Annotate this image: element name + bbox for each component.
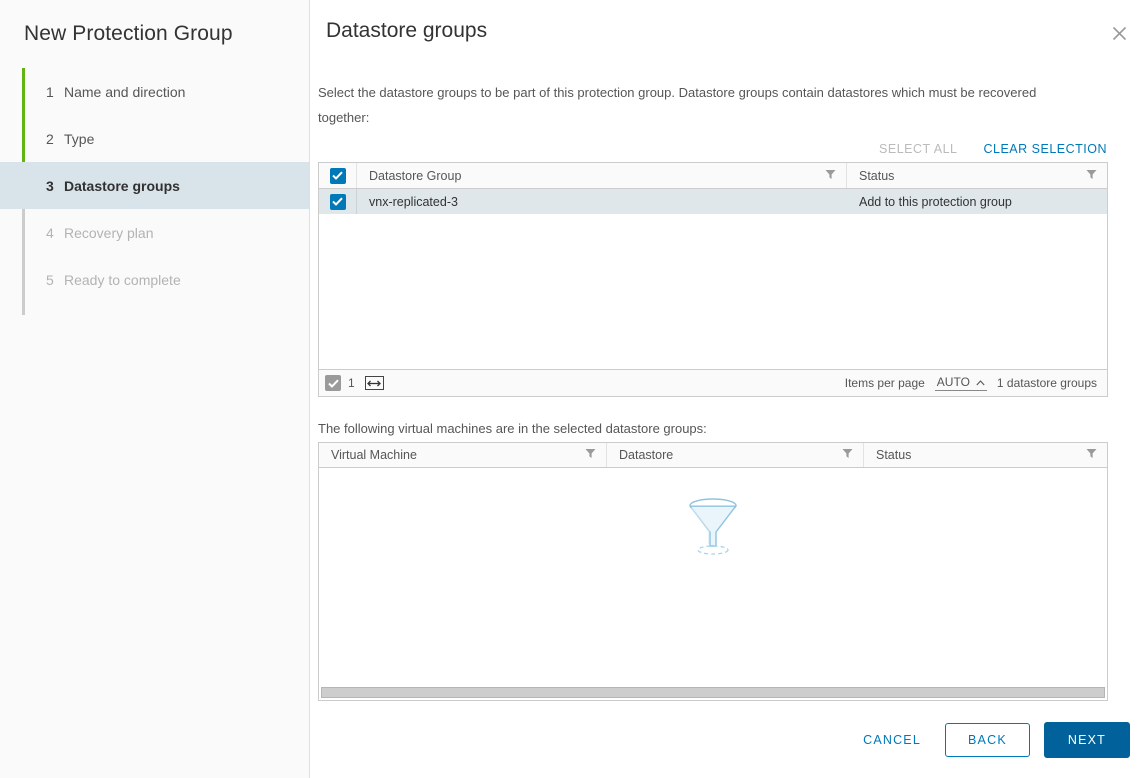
items-per-page-select[interactable]: AUTO xyxy=(934,375,987,391)
step-label: Recovery plan xyxy=(64,224,154,241)
column-label: Status xyxy=(876,448,912,462)
clear-selection-button[interactable]: CLEAR SELECTION xyxy=(983,142,1107,156)
column-header-virtual-machine[interactable]: Virtual Machine xyxy=(319,443,607,467)
footer-total-count: 1 datastore groups xyxy=(996,376,1097,390)
sidebar-step-ready-to-complete: 5 Ready to complete xyxy=(0,256,309,303)
cell-datastore-group-name: vnx-replicated-3 xyxy=(369,194,458,209)
back-button[interactable]: BACK xyxy=(945,723,1030,757)
footer-selected-count: 1 xyxy=(348,376,355,390)
filter-icon[interactable] xyxy=(1086,448,1097,462)
grid-actions: SELECT ALL CLEAR SELECTION xyxy=(318,142,1108,156)
virtual-machines-grid: Virtual Machine Datastore Status xyxy=(318,442,1108,701)
cell-status: Add to this protection group xyxy=(859,194,1012,209)
step-number: 2 xyxy=(46,130,54,147)
scrollbar-thumb[interactable] xyxy=(321,687,1105,698)
page-description: Select the datastore groups to be part o… xyxy=(318,85,1037,125)
step-label: Ready to complete xyxy=(64,271,181,288)
items-per-page-label: Items per page xyxy=(844,376,925,390)
column-header-datastore-group[interactable]: Datastore Group xyxy=(357,163,847,188)
filter-icon[interactable] xyxy=(825,169,836,183)
items-per-page-value: AUTO xyxy=(936,375,970,389)
column-label: Virtual Machine xyxy=(331,448,417,462)
select-all-button[interactable]: SELECT ALL xyxy=(879,142,957,156)
vm-grid-body xyxy=(319,468,1107,684)
page-title: Datastore groups xyxy=(326,19,488,42)
column-header-status[interactable]: Status xyxy=(847,163,1107,188)
datastore-grid-body: vnx-replicated-3 Add to this protection … xyxy=(319,189,1107,369)
new-protection-group-wizard: New Protection Group 1 Name and directio… xyxy=(0,0,1146,778)
datastore-grid-header: Datastore Group Status xyxy=(319,163,1107,189)
close-icon[interactable] xyxy=(1106,20,1132,46)
vm-grid-header: Virtual Machine Datastore Status xyxy=(319,443,1107,468)
step-label: Datastore groups xyxy=(64,177,180,194)
column-header-vm-status[interactable]: Status xyxy=(864,443,1107,467)
column-label: Status xyxy=(859,168,895,183)
footer-pagination: Items per page AUTO 1 datastore groups xyxy=(845,375,1097,391)
datastore-groups-grid: Datastore Group Status vnx-replicated-3 … xyxy=(318,162,1108,397)
cancel-button[interactable]: CANCEL xyxy=(853,725,931,755)
vm-grid-empty-state xyxy=(319,494,1107,561)
vm-grid-horizontal-scrollbar[interactable] xyxy=(319,684,1107,700)
step-label: Name and direction xyxy=(64,83,186,100)
sidebar-step-recovery-plan: 4 Recovery plan xyxy=(0,209,309,256)
sidebar-step-type[interactable]: 2 Type xyxy=(0,115,309,162)
step-number: 1 xyxy=(46,83,54,100)
sidebar-step-datastore-groups[interactable]: 3 Datastore groups xyxy=(0,162,309,209)
table-row[interactable]: vnx-replicated-3 Add to this protection … xyxy=(319,189,1107,214)
datastore-grid-footer: 1 Items per page AUTO 1 datastore groups xyxy=(319,369,1107,396)
column-header-datastore[interactable]: Datastore xyxy=(607,443,864,467)
select-all-checkbox[interactable] xyxy=(329,167,346,184)
row-checkbox-cell xyxy=(319,189,357,214)
funnel-icon xyxy=(682,494,744,561)
wizard-footer-buttons: CANCEL BACK NEXT xyxy=(853,722,1130,758)
filter-icon[interactable] xyxy=(842,448,853,462)
select-all-checkbox-cell xyxy=(319,163,357,188)
step-number: 5 xyxy=(46,271,54,288)
chevron-up-icon xyxy=(976,375,985,389)
filter-icon[interactable] xyxy=(1086,169,1097,183)
filter-icon[interactable] xyxy=(585,448,596,462)
column-label: Datastore xyxy=(619,448,674,462)
step-label: Type xyxy=(64,130,95,147)
vm-section-description: The following virtual machines are in th… xyxy=(318,421,707,436)
wizard-title: New Protection Group xyxy=(24,22,233,45)
row-checkbox[interactable] xyxy=(329,193,346,210)
step-number: 4 xyxy=(46,224,54,241)
step-number: 3 xyxy=(46,177,54,194)
wizard-steps: 1 Name and direction 2 Type 3 Datastore … xyxy=(0,68,309,315)
fit-columns-icon[interactable] xyxy=(364,376,384,390)
wizard-main-pane: Datastore groups Select the datastore gr… xyxy=(310,0,1146,778)
sidebar-step-name-and-direction[interactable]: 1 Name and direction xyxy=(0,68,309,115)
column-label: Datastore Group xyxy=(369,168,462,183)
next-button[interactable]: NEXT xyxy=(1043,722,1130,758)
wizard-sidebar: New Protection Group 1 Name and directio… xyxy=(0,0,310,778)
footer-selection-checkbox[interactable] xyxy=(325,375,341,391)
